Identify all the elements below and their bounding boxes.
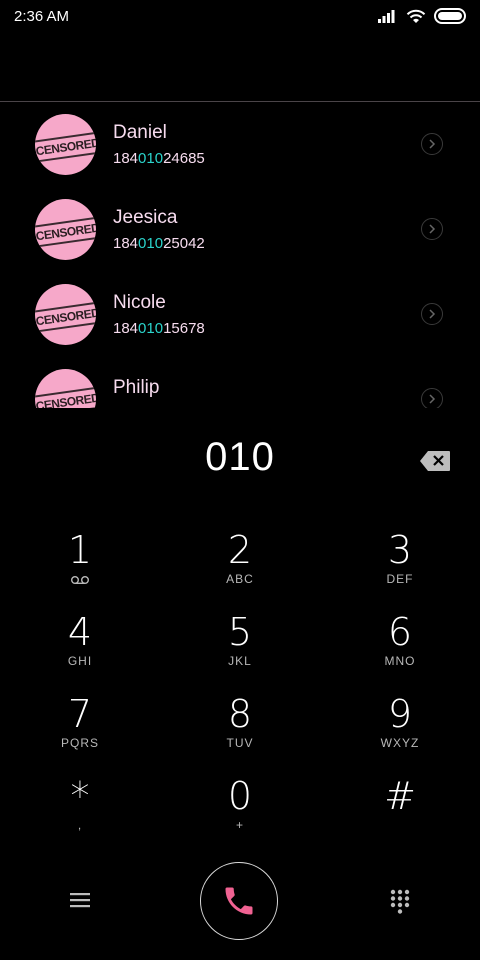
key-1[interactable]: 1 xyxy=(0,530,160,612)
contact-details-button[interactable] xyxy=(421,303,443,325)
key-5[interactable]: 5 JKL xyxy=(160,612,320,694)
status-bar: 2:36 AM xyxy=(0,0,480,36)
avatar: CENSORED xyxy=(35,369,96,408)
key-digit: * xyxy=(70,774,90,818)
contact-row-philip[interactable]: CENSORED Philip xyxy=(0,357,480,408)
contact-number: 18401024685 xyxy=(113,150,205,167)
contact-name: Nicole xyxy=(113,292,166,313)
contact-number: 18401015678 xyxy=(113,320,205,337)
key-digit: 7 xyxy=(67,692,93,736)
call-button[interactable] xyxy=(200,862,278,940)
censored-stamp: CENSORED xyxy=(35,216,96,248)
contact-row-daniel[interactable]: CENSORED Daniel 18401024685 xyxy=(0,102,480,187)
contact-number: 18401025042 xyxy=(113,235,205,252)
key-letters: JKL xyxy=(228,654,252,668)
key-6[interactable]: 6 MNO xyxy=(320,612,480,694)
dialpad-icon[interactable] xyxy=(388,888,412,916)
key-star[interactable]: * , xyxy=(0,776,160,858)
key-digit: 3 xyxy=(387,528,413,572)
key-7[interactable]: 7 PQRS xyxy=(0,694,160,776)
battery-icon xyxy=(434,8,466,24)
key-digit: 0 xyxy=(227,774,253,818)
wifi-icon xyxy=(406,9,426,23)
avatar: CENSORED xyxy=(35,199,96,260)
contact-name: Daniel xyxy=(113,122,167,143)
contact-row-jeesica[interactable]: CENSORED Jeesica 18401025042 xyxy=(0,187,480,272)
chevron-right-icon xyxy=(429,224,436,234)
key-letters: , xyxy=(77,818,83,832)
status-time: 2:36 AM xyxy=(14,8,70,25)
key-3[interactable]: 3 DEF xyxy=(320,530,480,612)
censored-stamp: CENSORED xyxy=(35,131,96,163)
contact-suggestions-list[interactable]: CENSORED Daniel 18401024685 CENSORED Jee… xyxy=(0,102,480,408)
key-digit: 5 xyxy=(227,610,253,654)
key-9[interactable]: 9 WXYZ xyxy=(320,694,480,776)
key-letters: GHI xyxy=(67,654,93,668)
key-4[interactable]: 4 GHI xyxy=(0,612,160,694)
phone-icon xyxy=(225,887,253,915)
contact-details-button[interactable] xyxy=(421,218,443,240)
number-match-highlight: 010 xyxy=(138,150,164,167)
contact-name: Jeesica xyxy=(113,207,178,228)
avatar: CENSORED xyxy=(35,284,96,345)
key-letters: PQRS xyxy=(60,736,99,750)
key-letters: MNO xyxy=(384,654,416,668)
key-digit: 8 xyxy=(227,692,253,736)
avatar: CENSORED xyxy=(35,114,96,175)
key-digit: 2 xyxy=(227,528,253,572)
key-0[interactable]: 0 + xyxy=(160,776,320,858)
key-letters: TUV xyxy=(226,736,254,750)
contact-name: Philip xyxy=(113,377,160,398)
voicemail-icon xyxy=(71,576,89,585)
status-icons xyxy=(378,8,468,24)
contact-row-nicole[interactable]: CENSORED Nicole 18401015678 xyxy=(0,272,480,357)
key-digit: 4 xyxy=(67,610,93,654)
dialed-number-display[interactable]: 010 xyxy=(0,435,480,480)
key-2[interactable]: 2 ABC xyxy=(160,530,320,612)
number-match-highlight: 010 xyxy=(138,235,164,252)
key-digit: 9 xyxy=(387,692,413,736)
key-hash[interactable]: # xyxy=(320,776,480,858)
chevron-right-icon xyxy=(429,139,436,149)
key-letters: + xyxy=(235,818,244,832)
chevron-right-icon xyxy=(429,309,436,319)
key-digit: # xyxy=(384,774,416,818)
key-8[interactable]: 8 TUV xyxy=(160,694,320,776)
number-match-highlight: 010 xyxy=(138,320,164,337)
key-letters: WXYZ xyxy=(380,736,420,750)
signal-icon xyxy=(378,10,395,23)
contact-details-button[interactable] xyxy=(421,388,443,408)
key-digit: 6 xyxy=(387,610,413,654)
key-digit: 1 xyxy=(67,528,93,572)
menu-icon[interactable] xyxy=(68,890,92,910)
chevron-right-icon xyxy=(429,394,436,404)
backspace-icon[interactable] xyxy=(419,450,451,472)
contact-details-button[interactable] xyxy=(421,133,443,155)
censored-stamp: CENSORED xyxy=(35,301,96,333)
key-letters: DEF xyxy=(386,572,414,586)
key-letters: ABC xyxy=(226,572,254,586)
bottom-action-bar xyxy=(0,860,480,950)
censored-stamp: CENSORED xyxy=(35,386,96,408)
